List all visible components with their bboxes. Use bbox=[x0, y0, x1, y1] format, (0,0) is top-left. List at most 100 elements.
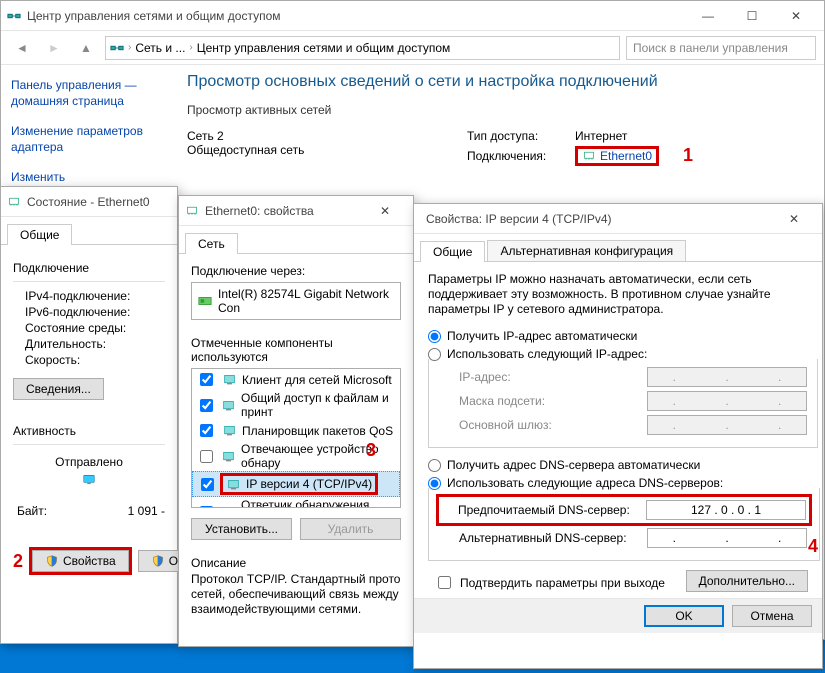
tab-general[interactable]: Общие bbox=[7, 224, 72, 245]
component-checkbox[interactable] bbox=[200, 399, 213, 412]
access-value: Интернет bbox=[575, 129, 627, 143]
component-label: Планировщик пакетов QoS bbox=[242, 424, 393, 438]
protocol-icon bbox=[226, 477, 240, 491]
window-title: Центр управления сетями и общим доступом bbox=[27, 9, 686, 23]
shield-icon bbox=[45, 554, 59, 568]
validate-checkbox[interactable] bbox=[438, 576, 451, 589]
mask-input: ... bbox=[647, 391, 807, 411]
dns-preferred-callout: Предпочитаемый DNS-сервер: 127 . 0 . 0 .… bbox=[436, 494, 812, 526]
connection-name: Ethernet0 bbox=[600, 149, 652, 163]
network-type: Общедоступная сеть bbox=[187, 143, 467, 157]
search-placeholder: Поиск в панели управления bbox=[633, 41, 788, 55]
status-window: Состояние - Ethernet0 Общие Подключение … bbox=[0, 186, 178, 644]
crumb-root[interactable]: Сеть и ... bbox=[135, 41, 185, 55]
titlebar: Ethernet0: свойства ✕ bbox=[179, 196, 413, 226]
ipv4-intro: Параметры IP можно назначать автоматичес… bbox=[428, 272, 808, 317]
connections-label: Подключения: bbox=[467, 149, 567, 163]
ip-auto-radio[interactable] bbox=[428, 330, 441, 343]
row-duration: Длительность: bbox=[25, 337, 106, 351]
minimize-button[interactable]: — bbox=[686, 1, 730, 31]
window-title: Ethernet0: свойства bbox=[205, 204, 363, 218]
component-item[interactable]: Ответчик обнаружения тополог bbox=[192, 497, 400, 508]
install-button[interactable]: Установить... bbox=[191, 518, 292, 540]
dns-alt-label: Альтернативный DNS-сервер: bbox=[459, 531, 639, 545]
details-button[interactable]: Сведения... bbox=[13, 378, 104, 400]
row-ipv4: IPv4-подключение: bbox=[25, 289, 130, 303]
maximize-button[interactable]: ☐ bbox=[730, 1, 774, 31]
uninstall-button: Удалить bbox=[300, 518, 401, 540]
close-button[interactable]: ✕ bbox=[363, 196, 407, 226]
tab-network[interactable]: Сеть bbox=[185, 233, 238, 254]
network-icon bbox=[7, 9, 21, 23]
dns-manual-radio[interactable] bbox=[428, 477, 441, 490]
titlebar: Центр управления сетями и общим доступом… bbox=[1, 1, 824, 31]
component-label: Ответчик обнаружения тополог bbox=[241, 498, 396, 508]
close-button[interactable]: ✕ bbox=[772, 204, 816, 234]
dns-alt-input[interactable]: ... bbox=[647, 528, 807, 548]
adapter-properties-window: Ethernet0: свойства ✕ Сеть Подключение ч… bbox=[178, 195, 414, 647]
toolbar: ◄ ► ▲ › Сеть и ... › Центр управления се… bbox=[1, 31, 824, 65]
component-checkbox[interactable] bbox=[200, 373, 213, 386]
group-activity: Активность bbox=[13, 424, 165, 438]
group-connection: Подключение bbox=[13, 261, 165, 275]
up-button[interactable]: ▲ bbox=[73, 35, 99, 61]
protocol-icon bbox=[222, 424, 236, 438]
connection-link[interactable]: Ethernet0 bbox=[582, 149, 652, 163]
component-label: Клиент для сетей Microsoft bbox=[242, 373, 392, 387]
ip-auto-label: Получить IP-адрес автоматически bbox=[447, 329, 637, 343]
component-checkbox[interactable] bbox=[200, 506, 213, 509]
dns-auto-label: Получить адрес DNS-сервера автоматически bbox=[447, 458, 700, 472]
tab-general[interactable]: Общие bbox=[420, 241, 485, 262]
row-speed: Скорость: bbox=[25, 353, 80, 367]
component-checkbox[interactable] bbox=[200, 424, 213, 437]
nic-icon bbox=[198, 294, 212, 308]
monitor-icon bbox=[82, 473, 96, 487]
network-icon bbox=[110, 41, 124, 55]
window-title: Состояние - Ethernet0 bbox=[27, 195, 171, 209]
callout-2: 2 bbox=[13, 551, 23, 572]
component-item[interactable]: IP версии 4 (TCP/IPv4) bbox=[192, 471, 400, 497]
cancel-button[interactable]: Отмена bbox=[732, 605, 812, 627]
component-item[interactable]: Планировщик пакетов QoS bbox=[192, 420, 400, 441]
dns-manual-label: Использовать следующие адреса DNS-сервер… bbox=[447, 476, 723, 490]
components-label: Отмеченные компоненты используются bbox=[191, 336, 401, 364]
sidebar-adapter[interactable]: Изменение параметров адаптера bbox=[11, 123, 161, 155]
back-button[interactable]: ◄ bbox=[9, 35, 35, 61]
ok-button[interactable]: OK bbox=[644, 605, 724, 627]
advanced-button[interactable]: Дополнительно... bbox=[686, 570, 808, 592]
tab-alt[interactable]: Альтернативная конфигурация bbox=[487, 240, 686, 261]
component-item[interactable]: Общий доступ к файлам и принт bbox=[192, 390, 400, 420]
connection-link-callout: Ethernet0 bbox=[575, 146, 659, 166]
gateway-label: Основной шлюз: bbox=[459, 418, 639, 432]
properties-button[interactable]: Свойства bbox=[32, 550, 129, 572]
forward-button[interactable]: ► bbox=[41, 35, 67, 61]
mask-label: Маска подсети: bbox=[459, 394, 639, 408]
bytes-sent: 1 091 - bbox=[128, 504, 165, 518]
active-networks-label: Просмотр активных сетей bbox=[187, 103, 808, 117]
tab-strip: Общие bbox=[1, 217, 177, 245]
breadcrumb[interactable]: › Сеть и ... › Центр управления сетями и… bbox=[105, 36, 620, 60]
sidebar-home[interactable]: Панель управления — домашняя страница bbox=[11, 77, 161, 109]
component-checkbox[interactable] bbox=[201, 478, 214, 491]
ip-manual-label: Использовать следующий IP-адрес: bbox=[447, 347, 647, 361]
components-list[interactable]: Клиент для сетей Microsoft Общий доступ к… bbox=[191, 368, 401, 508]
ip-address-label: IP-адрес: bbox=[459, 370, 639, 384]
bytes-label: Байт: bbox=[17, 504, 47, 518]
callout-1: 1 bbox=[683, 145, 693, 166]
shield-icon bbox=[151, 554, 165, 568]
dns-auto-radio[interactable] bbox=[428, 459, 441, 472]
close-button[interactable]: ✕ bbox=[774, 1, 818, 31]
row-ipv6: IPv6-подключение: bbox=[25, 305, 130, 319]
protocol-icon bbox=[222, 398, 235, 412]
network-name: Сеть 2 bbox=[187, 129, 467, 143]
component-checkbox[interactable] bbox=[200, 450, 213, 463]
crumb-leaf[interactable]: Центр управления сетями и общим доступом bbox=[197, 41, 451, 55]
dns-preferred-input[interactable]: 127 . 0 . 0 . 1 bbox=[646, 500, 806, 520]
description-text: Протокол TCP/IP. Стандартный прото сетей… bbox=[191, 572, 401, 617]
access-label: Тип доступа: bbox=[467, 129, 567, 143]
component-item[interactable]: Клиент для сетей Microsoft bbox=[192, 369, 400, 390]
search-input[interactable]: Поиск в панели управления bbox=[626, 36, 816, 60]
validate-label: Подтвердить параметры при выходе bbox=[460, 576, 665, 590]
ip-address-input: ... bbox=[647, 367, 807, 387]
ip-manual-radio[interactable] bbox=[428, 348, 441, 361]
